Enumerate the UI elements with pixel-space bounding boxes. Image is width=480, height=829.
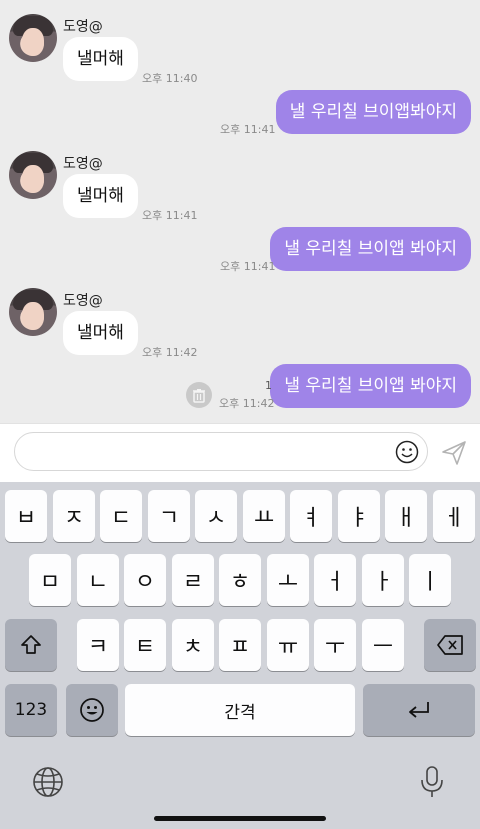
emoji-key[interactable] [66, 684, 118, 736]
numbers-key[interactable]: 123 [5, 684, 57, 736]
outgoing-message: 낼 우리칠 브이앱 봐야지 [171, 227, 471, 273]
key[interactable]: ㄴ [77, 554, 119, 606]
message-input[interactable] [14, 432, 428, 471]
emoji-icon[interactable] [395, 440, 419, 464]
emoji-icon [80, 698, 104, 722]
message-time: 오후 11:41 [220, 123, 276, 136]
key[interactable]: ㅂ [5, 490, 47, 542]
key[interactable]: ㅔ [433, 490, 475, 542]
key[interactable]: ㅍ [219, 619, 261, 671]
sender-name: 도영@ [63, 293, 103, 309]
key[interactable]: ㅠ [267, 619, 309, 671]
key[interactable]: ㅋ [77, 619, 119, 671]
sender-name: 도영@ [63, 19, 103, 35]
avatar[interactable] [9, 288, 57, 336]
shift-icon [21, 635, 41, 654]
message-bubble[interactable]: 낼머해 [63, 37, 138, 81]
message-time: 오후 11:42 [219, 397, 275, 410]
key[interactable]: ㅓ [314, 554, 356, 606]
message-input-bar [0, 423, 480, 482]
message-bubble[interactable]: 낼 우리칠 브이앱 봐야지 [270, 364, 471, 408]
unread-count: 1 [265, 379, 272, 392]
shift-key[interactable] [5, 619, 57, 671]
avatar[interactable] [9, 14, 57, 62]
key[interactable]: ㄷ [100, 490, 142, 542]
message-bubble[interactable]: 낼 우리칠 브이앱 봐야지 [270, 227, 471, 271]
key[interactable]: ㅗ [267, 554, 309, 606]
trash-icon[interactable] [186, 382, 212, 408]
key[interactable]: ㅁ [29, 554, 71, 606]
key[interactable]: ㅈ [53, 490, 95, 542]
outgoing-message: 낼 우리칠 브이앱 봐야지 [171, 364, 471, 410]
key[interactable]: ㅎ [219, 554, 261, 606]
key[interactable]: ㅌ [124, 619, 166, 671]
message-time: 오후 11:41 [142, 209, 198, 222]
key[interactable]: ㄹ [172, 554, 214, 606]
key[interactable]: ㅡ [362, 619, 404, 671]
key[interactable]: ㅛ [243, 490, 285, 542]
return-icon [409, 702, 429, 718]
keyboard: ㅂ ㅈ ㄷ ㄱ ㅅ ㅛ ㅕ ㅑ ㅐ ㅔ ㅁ ㄴ ㅇ ㄹ ㅎ ㅗ ㅓ ㅏ ㅣ ㅋ … [0, 482, 480, 829]
key[interactable]: ㅅ [195, 490, 237, 542]
send-icon[interactable] [440, 439, 468, 467]
outgoing-message: 낼 우리칠 브이앱봐야지 [171, 90, 471, 136]
key[interactable]: ㄱ [148, 490, 190, 542]
key[interactable]: ㅜ [314, 619, 356, 671]
space-key[interactable]: 간격 [125, 684, 355, 736]
key[interactable]: ㅇ [124, 554, 166, 606]
return-key[interactable] [363, 684, 475, 736]
key[interactable]: ㅑ [338, 490, 380, 542]
message-bubble[interactable]: 낼머해 [63, 311, 138, 355]
message-bubble[interactable]: 낼머해 [63, 174, 138, 218]
key[interactable]: ㅐ [385, 490, 427, 542]
globe-icon[interactable] [31, 765, 65, 799]
avatar[interactable] [9, 151, 57, 199]
mic-icon[interactable] [415, 765, 449, 799]
key[interactable]: ㅏ [362, 554, 404, 606]
backspace-key[interactable] [424, 619, 476, 671]
message-time: 오후 11:41 [220, 260, 276, 273]
sender-name: 도영@ [63, 156, 103, 172]
key[interactable]: ㅕ [290, 490, 332, 542]
home-indicator[interactable] [154, 816, 326, 821]
backspace-icon [437, 635, 463, 655]
message-time: 오후 11:40 [142, 72, 198, 85]
key[interactable]: ㅊ [172, 619, 214, 671]
message-bubble[interactable]: 낼 우리칠 브이앱봐야지 [275, 90, 471, 134]
chat-area: 도영@ 낼머해 오후 11:40 낼 우리칠 브이앱봐야지 오후 11:41 도… [0, 0, 480, 423]
key[interactable]: ㅣ [409, 554, 451, 606]
message-time: 오후 11:42 [142, 346, 198, 359]
